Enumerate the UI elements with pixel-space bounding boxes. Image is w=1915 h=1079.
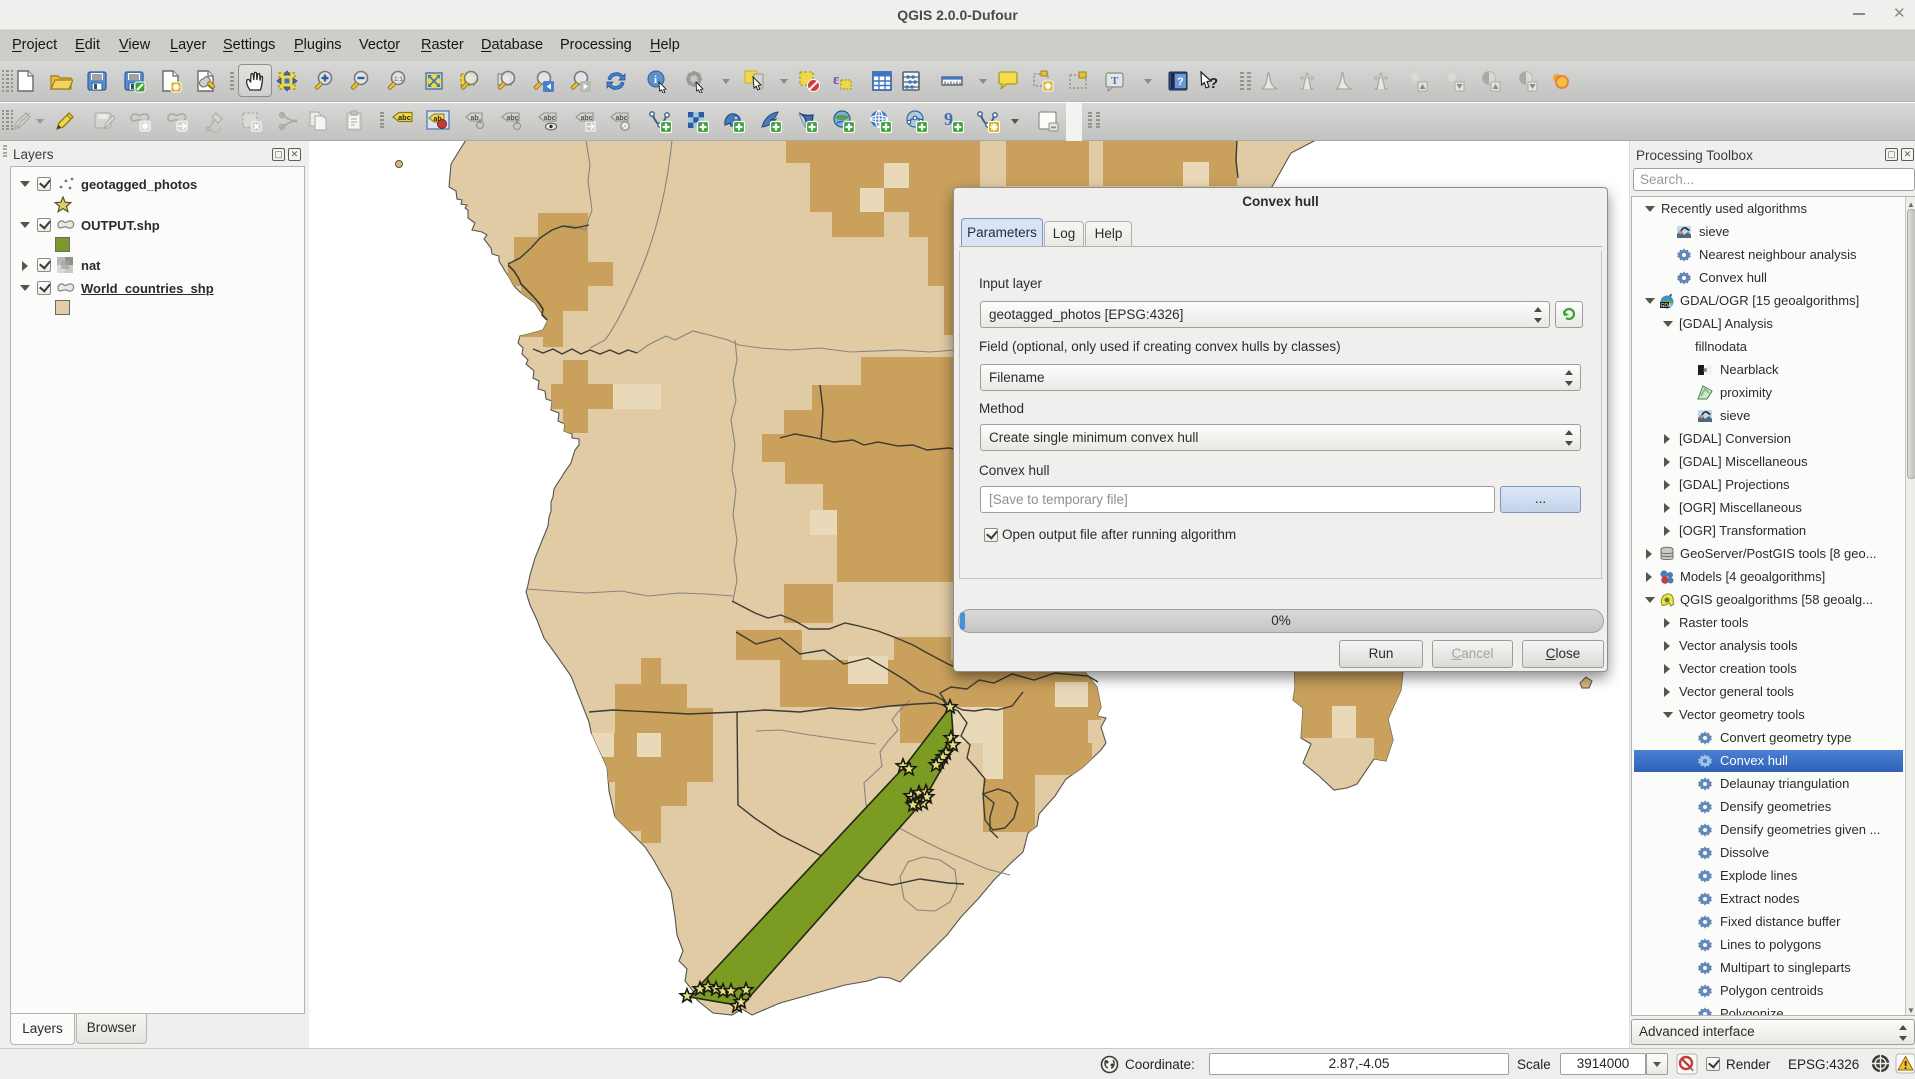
svg-text:i: i	[654, 74, 657, 86]
svg-text:ε: ε	[833, 72, 840, 88]
svg-text:ab: ab	[471, 115, 479, 122]
svg-text:abc: abc	[398, 113, 411, 122]
svg-text:?: ?	[1209, 75, 1218, 92]
svg-text:abc: abc	[616, 115, 628, 122]
svg-text:?: ?	[1177, 76, 1184, 88]
svg-text:1:1: 1:1	[394, 76, 403, 83]
svg-text:abc: abc	[544, 115, 556, 122]
svg-text:9: 9	[944, 109, 953, 129]
svg-text:abc: abc	[581, 115, 593, 122]
svg-text:T: T	[1111, 75, 1119, 87]
